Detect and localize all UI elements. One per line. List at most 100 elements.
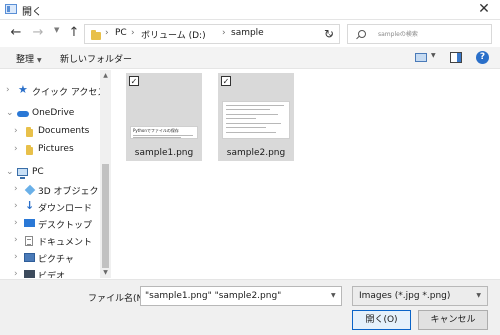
select-checkbox[interactable]: ✓ (221, 76, 231, 86)
thumbnail-line (226, 118, 256, 119)
chevron-right-icon[interactable]: › (14, 144, 18, 154)
search-box[interactable] (347, 24, 492, 44)
up-button[interactable]: ↑ (66, 25, 82, 41)
desktop-icon (24, 219, 35, 227)
thumbnail-line (226, 123, 281, 124)
thumbnail-line (133, 137, 181, 138)
command-bar: 整理 ▼ 新しいフォルダー ▼ ? (0, 47, 500, 69)
chevron-right-icon[interactable]: › (14, 252, 18, 262)
download-icon: ↓ (25, 199, 35, 212)
file-thumbnail: Pythonでファイルの保存 (130, 126, 198, 139)
cube-icon (24, 184, 36, 196)
view-mode-icon[interactable] (415, 53, 427, 62)
sidebar-item-3d-objects[interactable]: › 3D オブジェクト (0, 181, 108, 199)
title-bar: 開く ✕ (0, 0, 500, 20)
chevron-down-icon[interactable]: ⌄ (6, 108, 14, 118)
open-button[interactable]: 開く(O) (352, 310, 411, 330)
sidebar-item-label: 3D オブジェクト (38, 187, 108, 197)
chevron-right-icon[interactable]: › (14, 201, 18, 211)
sidebar-item-videos[interactable]: › ビデオ (0, 266, 100, 278)
sidebar-item-documents-jp[interactable]: › ドキュメント (0, 232, 100, 250)
select-checkbox[interactable]: ✓ (129, 76, 139, 86)
chevron-right-icon[interactable]: › (14, 235, 18, 245)
search-icon (358, 30, 366, 38)
file-name: sample1.png (134, 148, 194, 158)
sidebar-item-pictures-jp[interactable]: › ピクチャ (0, 249, 100, 267)
file-thumbnail (222, 101, 290, 139)
sidebar-item-label: クイック アクセス (32, 88, 107, 98)
thumbnail-caption: Pythonでファイルの保存 (133, 128, 179, 133)
chevron-down-icon: ▼ (476, 292, 481, 299)
sidebar-item-pictures[interactable]: › Pictures (0, 141, 100, 159)
breadcrumb-volume[interactable]: ボリューム (D:) (141, 28, 206, 41)
caret-down-icon[interactable]: ▼ (431, 52, 436, 59)
back-button[interactable]: ← (8, 25, 24, 41)
sidebar-item-label: PC (32, 167, 44, 177)
file-type-select[interactable]: Images (*.jpg *.png) ▼ (352, 286, 488, 306)
chevron-right-icon[interactable]: › (14, 184, 18, 194)
navigation-pane: › ★ クイック アクセス ⌄ OneDrive › Documents › P… (0, 70, 112, 278)
cancel-button[interactable]: キャンセル (418, 310, 488, 330)
file-item-sample1[interactable]: ✓ Pythonでファイルの保存 sample1.png (126, 73, 202, 161)
sidebar-item-pc[interactable]: ⌄ PC (0, 164, 100, 182)
folder-icon (91, 30, 101, 40)
sidebar-item-label: Documents (38, 126, 90, 136)
sidebar-item-onedrive[interactable]: ⌄ OneDrive (0, 105, 100, 123)
sidebar-item-label: ビデオ (38, 272, 66, 278)
file-item-sample2[interactable]: ✓ sample2.png (218, 73, 294, 161)
help-icon[interactable]: ? (476, 51, 489, 64)
chevron-right-icon[interactable]: › (14, 218, 18, 228)
dialog-icon (5, 4, 17, 14)
chevron-down-icon[interactable]: ⌄ (6, 167, 14, 177)
sidebar-item-label: デスクトップ (38, 221, 93, 231)
thumbnail-line (226, 105, 284, 106)
file-list: ✓ Pythonでファイルの保存 sample1.png ✓ sample2.p… (113, 70, 500, 278)
chevron-right-icon[interactable]: › (6, 85, 10, 95)
chevron-down-icon[interactable]: ▼ (331, 292, 336, 299)
chevron-right-icon: › (131, 28, 135, 38)
breadcrumb-pc[interactable]: PC (115, 28, 127, 38)
refresh-button[interactable]: ↻ (319, 24, 339, 44)
file-name: sample2.png (226, 148, 286, 158)
scrollbar-thumb[interactable] (102, 164, 109, 268)
organize-menu[interactable]: 整理 ▼ (16, 52, 42, 65)
thumbnail-line (133, 135, 193, 136)
chevron-right-icon: › (105, 28, 109, 38)
sidebar-item-desktop[interactable]: › デスクトップ (0, 215, 100, 233)
sidebar-item-label: ダウンロード (38, 204, 93, 214)
address-bar[interactable]: › PC › ボリューム (D:) › sample ⌄ (84, 24, 340, 44)
sidebar-item-label: ピクチャ (38, 255, 74, 265)
scroll-down-arrow[interactable]: ▼ (100, 267, 111, 278)
thumbnail-line (226, 132, 276, 133)
picture-icon (24, 253, 35, 262)
sidebar-item-quick-access[interactable]: › ★ クイック アクセス (0, 82, 106, 100)
breadcrumb-sample[interactable]: sample (231, 28, 264, 38)
sidebar-item-label: OneDrive (32, 108, 75, 118)
scroll-up-arrow[interactable]: ▲ (100, 70, 111, 81)
sidebar-item-downloads[interactable]: › ↓ ダウンロード (0, 198, 100, 216)
cloud-icon (17, 111, 29, 117)
star-icon: ★ (18, 83, 28, 96)
forward-button[interactable]: → (30, 25, 46, 41)
thumbnail-line (226, 114, 278, 115)
sidebar-item-label: Pictures (38, 144, 74, 154)
chevron-right-icon[interactable]: › (14, 126, 18, 136)
document-icon (25, 236, 33, 246)
close-button[interactable]: ✕ (476, 1, 492, 17)
folder-icon (26, 127, 33, 137)
search-input[interactable] (378, 28, 488, 40)
filename-input[interactable] (140, 286, 342, 306)
video-icon (24, 270, 35, 278)
window-title: 開く (22, 7, 42, 18)
preview-pane-icon[interactable] (450, 52, 462, 63)
recent-locations-dropdown[interactable]: ▼ (54, 26, 59, 34)
navigation-bar: ← → ▼ ↑ › PC › ボリューム (D:) › sample ⌄ ↻ (0, 21, 500, 47)
pc-icon (17, 168, 28, 179)
chevron-right-icon[interactable]: › (14, 269, 18, 278)
organize-label: 整理 (16, 55, 35, 65)
chevron-right-icon: › (222, 28, 226, 38)
new-folder-button[interactable]: 新しいフォルダー (60, 52, 132, 65)
sidebar-scrollbar[interactable]: ▲ ▼ (100, 70, 111, 278)
file-type-value: Images (*.jpg *.png) (359, 291, 451, 301)
sidebar-item-documents[interactable]: › Documents (0, 123, 100, 141)
